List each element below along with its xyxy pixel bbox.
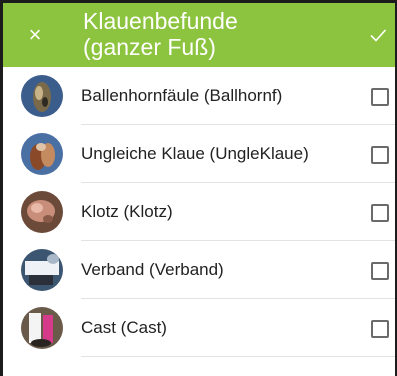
item-checkbox[interactable] xyxy=(371,262,389,280)
confirm-button[interactable] xyxy=(364,21,392,49)
list-item[interactable]: Ungleiche Klaue (UngleKlaue) xyxy=(3,125,395,183)
hoof-thumbnail xyxy=(21,249,63,291)
item-label: Klotz (Klotz) xyxy=(81,202,173,221)
item-checkbox[interactable] xyxy=(371,88,389,106)
item-checkbox[interactable] xyxy=(371,204,389,222)
item-label: Cast (Cast) xyxy=(81,318,167,337)
close-icon: × xyxy=(28,22,42,47)
close-button[interactable]: × xyxy=(21,21,49,49)
hoof-thumbnail xyxy=(21,133,63,175)
list-item[interactable]: Ballenhornfäule (Ballhornf) xyxy=(3,67,395,125)
hoof-thumbnail xyxy=(21,75,63,117)
divider xyxy=(81,356,395,357)
dialog-frame: × Klauenbefunde (ganzer Fuß) Ballenhornf… xyxy=(3,3,395,376)
list-item[interactable]: Verband (Verband) xyxy=(3,241,395,299)
item-label: Ungleiche Klaue (UngleKlaue) xyxy=(81,144,309,163)
checkmark-icon xyxy=(370,29,387,42)
item-label: Verband (Verband) xyxy=(81,260,224,279)
app-header: × Klauenbefunde (ganzer Fuß) xyxy=(3,3,395,67)
page-title: Klauenbefunde (ganzer Fuß) xyxy=(83,8,238,60)
item-checkbox[interactable] xyxy=(371,146,389,164)
list-item[interactable]: Klotz (Klotz) xyxy=(3,183,395,241)
list-item[interactable]: Cast (Cast) xyxy=(3,299,395,357)
hoof-thumbnail xyxy=(21,307,63,349)
finding-list: Ballenhornfäule (Ballhornf) Ungleiche Kl… xyxy=(3,67,395,357)
item-checkbox[interactable] xyxy=(371,320,389,338)
item-label: Ballenhornfäule (Ballhornf) xyxy=(81,86,283,105)
hoof-thumbnail xyxy=(21,191,63,233)
